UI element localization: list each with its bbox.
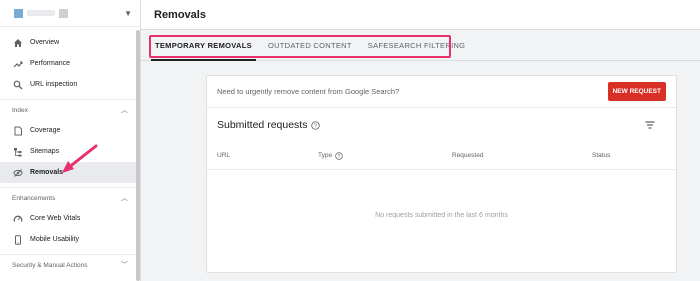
- help-icon[interactable]: ?: [335, 151, 343, 160]
- phone-icon: [12, 234, 24, 246]
- home-icon: [12, 37, 24, 49]
- property-icon: [59, 8, 68, 18]
- tab-safesearch-filtering[interactable]: SAFESEARCH FILTERING: [360, 30, 474, 60]
- column-type: Type ?: [318, 151, 343, 160]
- sidebar-item-label: Sitemaps: [30, 148, 60, 155]
- sidebar-item-removals[interactable]: Removals: [0, 162, 140, 183]
- tab-bar: TEMPORARY REMOVALS OUTDATED CONTENT SAFE…: [141, 30, 700, 61]
- sidebar-item-label: Removals: [30, 169, 64, 176]
- svg-text:?: ?: [338, 153, 341, 159]
- sidebar-item-performance[interactable]: Performance: [0, 53, 140, 74]
- sidebar: ▼ Overview Performance URL inspection In…: [0, 0, 141, 281]
- section-label: Index: [12, 106, 28, 114]
- sitemap-icon: [12, 146, 24, 158]
- sidebar-scrollbar[interactable]: [136, 30, 140, 281]
- sidebar-item-label: Coverage: [30, 127, 61, 134]
- property-selector[interactable]: ▼: [0, 0, 140, 27]
- removals-card: Need to urgently remove content from Goo…: [206, 75, 677, 273]
- section-label: Enhancements: [12, 194, 56, 202]
- sidebar-item-label: URL inspection: [30, 81, 78, 88]
- tab-temporary-removals[interactable]: TEMPORARY REMOVALS: [147, 30, 260, 61]
- section-security[interactable]: Security & Manual Actions ﹀: [0, 254, 140, 275]
- sidebar-item-label: Mobile Usability: [30, 236, 80, 243]
- submitted-requests-header: Submitted requests ?: [207, 108, 676, 142]
- submitted-requests-title: Submitted requests: [217, 119, 308, 131]
- new-request-row: Need to urgently remove content from Goo…: [207, 76, 676, 108]
- filter-icon[interactable]: [644, 119, 656, 131]
- eye-off-icon: [12, 167, 24, 179]
- chevron-up-icon: ︿: [121, 107, 128, 114]
- header: Removals: [141, 0, 700, 30]
- column-requested: Requested: [452, 152, 484, 159]
- property-name-placeholder: [27, 10, 55, 16]
- sidebar-item-url-inspection[interactable]: URL inspection: [0, 74, 140, 95]
- table-header: URL Type ? Requested Status: [207, 142, 676, 170]
- tab-outdated-content[interactable]: OUTDATED CONTENT: [260, 30, 360, 60]
- sidebar-item-mobile-usability[interactable]: Mobile Usability: [0, 229, 140, 250]
- chevron-up-icon: ︿: [121, 195, 128, 202]
- section-label: Security & Manual Actions: [12, 261, 88, 269]
- gauge-icon: [12, 213, 24, 225]
- file-icon: [12, 125, 24, 137]
- sidebar-item-label: Performance: [30, 60, 71, 67]
- trend-icon: [12, 58, 24, 70]
- section-enhancements[interactable]: Enhancements ︿: [0, 187, 140, 208]
- section-index[interactable]: Index ︿: [0, 99, 140, 120]
- help-icon[interactable]: ?: [311, 120, 321, 130]
- sidebar-item-core-web-vitals[interactable]: Core Web Vitals: [0, 208, 140, 229]
- search-icon: [12, 79, 24, 91]
- empty-state-message: No requests submitted in the last 6 mont…: [375, 212, 508, 219]
- new-request-prompt: Need to urgently remove content from Goo…: [217, 87, 400, 96]
- sidebar-item-coverage[interactable]: Coverage: [0, 120, 140, 141]
- sidebar-item-label: Overview: [30, 39, 60, 46]
- column-url: URL: [217, 152, 231, 159]
- sidebar-item-sitemaps[interactable]: Sitemaps: [0, 141, 140, 162]
- sidebar-item-overview[interactable]: Overview: [0, 32, 140, 53]
- new-request-button[interactable]: NEW REQUEST: [607, 82, 666, 101]
- property-favicon: [14, 8, 23, 18]
- column-type-label: Type: [318, 152, 333, 159]
- caret-down-icon[interactable]: ▼: [124, 9, 132, 18]
- chevron-down-icon: ﹀: [121, 262, 128, 269]
- column-status: Status: [592, 152, 611, 159]
- sidebar-item-label: Core Web Vitals: [30, 215, 81, 222]
- page-title: Removals: [154, 8, 206, 21]
